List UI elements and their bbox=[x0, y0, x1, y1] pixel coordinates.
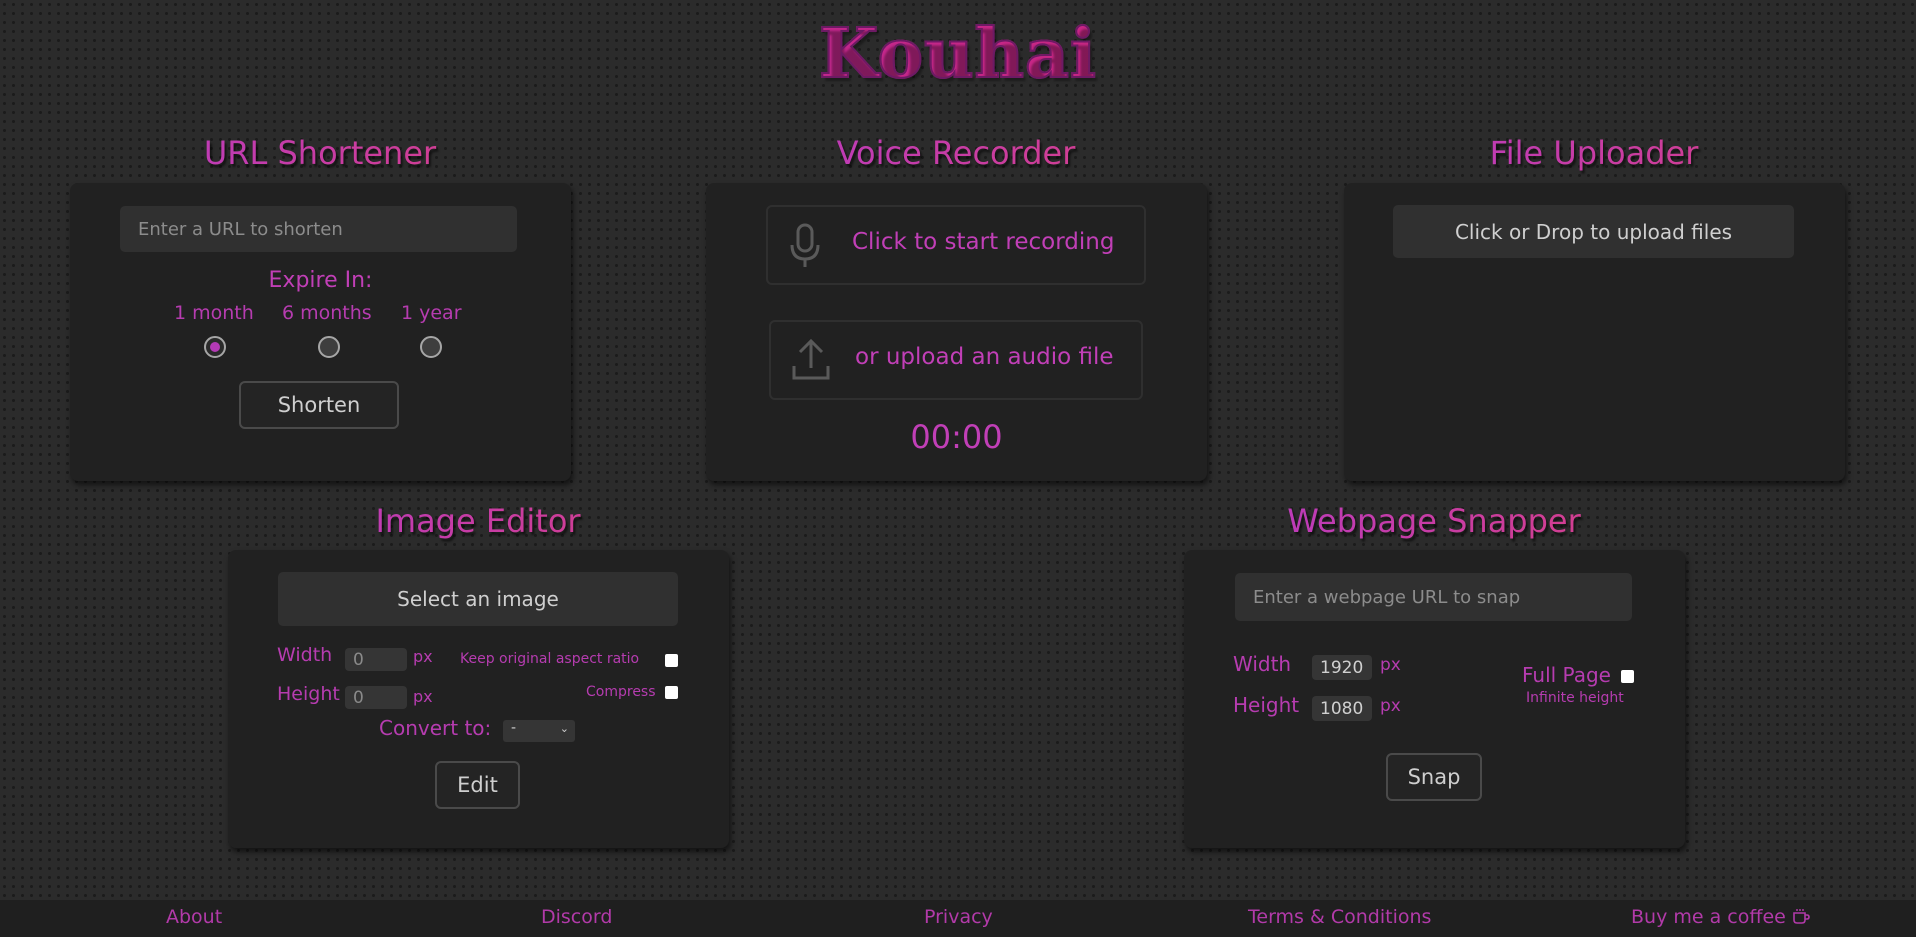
snap-width-unit: px bbox=[1380, 655, 1401, 675]
shorten-button[interactable]: Shorten bbox=[239, 381, 399, 429]
record-label: Click to start recording bbox=[852, 229, 1115, 255]
file-uploader-title: File Uploader bbox=[1344, 134, 1844, 172]
expire-radio-1-year[interactable] bbox=[420, 336, 442, 358]
expire-radio-1-month[interactable] bbox=[204, 336, 226, 358]
upload-audio-label: or upload an audio file bbox=[855, 344, 1114, 370]
snap-height-label: Height bbox=[1233, 693, 1300, 717]
full-page-hint: Infinite height bbox=[1526, 690, 1624, 706]
expire-label: Expire In: bbox=[268, 268, 373, 293]
select-image-button[interactable]: Select an image bbox=[278, 572, 678, 626]
record-timer: 00:00 bbox=[910, 418, 1003, 456]
snap-width-input[interactable]: 1920 bbox=[1312, 655, 1372, 680]
footer-link-terms[interactable]: Terms & Conditions bbox=[1248, 906, 1431, 928]
footer-link-coffee-label: Buy me a coffee bbox=[1631, 906, 1786, 928]
upload-icon bbox=[791, 338, 831, 386]
footer-link-coffee[interactable]: Buy me a coffee bbox=[1631, 906, 1810, 928]
snap-width-label: Width bbox=[1233, 652, 1292, 676]
footer-link-discord[interactable]: Discord bbox=[541, 906, 612, 928]
coffee-cup-icon bbox=[1792, 906, 1810, 928]
url-shortener-title: URL Shortener bbox=[70, 134, 570, 172]
snap-height-unit: px bbox=[1380, 696, 1401, 716]
image-width-label: Width bbox=[277, 644, 333, 666]
snap-button[interactable]: Snap bbox=[1386, 753, 1482, 801]
file-upload-button[interactable]: Click or Drop to upload files bbox=[1393, 205, 1794, 258]
compress-checkbox[interactable] bbox=[665, 686, 678, 699]
webpage-snapper-title: Webpage Snapper bbox=[1184, 502, 1684, 540]
upload-audio-button[interactable]: or upload an audio file bbox=[769, 320, 1143, 400]
image-height-input[interactable]: 0 bbox=[345, 686, 407, 709]
voice-recorder-card: Click to start recording or upload an au… bbox=[706, 183, 1207, 481]
footer-link-about[interactable]: About bbox=[166, 906, 222, 928]
full-page-label: Full Page bbox=[1522, 663, 1611, 687]
record-button[interactable]: Click to start recording bbox=[766, 205, 1146, 285]
convert-select[interactable]: - ⌄ bbox=[503, 720, 575, 742]
convert-select-value: - bbox=[511, 720, 517, 736]
webpage-snapper-card: Enter a webpage URL to snap Width 1920 p… bbox=[1184, 550, 1685, 848]
microphone-icon bbox=[788, 223, 822, 273]
image-editor-title: Image Editor bbox=[228, 502, 728, 540]
image-editor-card: Select an image Width 0 px Keep original… bbox=[228, 550, 729, 848]
footer-link-privacy[interactable]: Privacy bbox=[924, 906, 993, 928]
edit-button[interactable]: Edit bbox=[435, 761, 520, 809]
image-width-input[interactable]: 0 bbox=[345, 648, 407, 671]
url-shortener-card: Enter a URL to shorten Expire In: 1 mont… bbox=[70, 183, 571, 481]
keep-ratio-label: Keep original aspect ratio bbox=[460, 651, 640, 667]
snap-height-input[interactable]: 1080 bbox=[1312, 696, 1372, 721]
image-height-unit: px bbox=[413, 687, 433, 706]
file-uploader-card: Click or Drop to upload files bbox=[1344, 183, 1845, 481]
keep-ratio-checkbox[interactable] bbox=[665, 654, 678, 667]
url-input[interactable]: Enter a URL to shorten bbox=[120, 206, 517, 252]
site-logo[interactable]: Kouhai bbox=[0, 13, 1916, 95]
expire-radio-6-months[interactable] bbox=[318, 336, 340, 358]
expire-option-label-6-months: 6 months bbox=[282, 302, 372, 324]
convert-label: Convert to: bbox=[379, 716, 492, 740]
expire-option-label-1-year: 1 year bbox=[401, 302, 462, 324]
compress-label: Compress bbox=[586, 684, 656, 700]
snap-url-input[interactable]: Enter a webpage URL to snap bbox=[1235, 573, 1632, 621]
chevron-down-icon: ⌄ bbox=[559, 722, 569, 735]
image-width-unit: px bbox=[413, 647, 433, 666]
expire-option-label-1-month: 1 month bbox=[174, 302, 254, 324]
voice-recorder-title: Voice Recorder bbox=[706, 134, 1206, 172]
full-page-checkbox[interactable] bbox=[1621, 670, 1634, 683]
image-height-label: Height bbox=[277, 683, 340, 705]
